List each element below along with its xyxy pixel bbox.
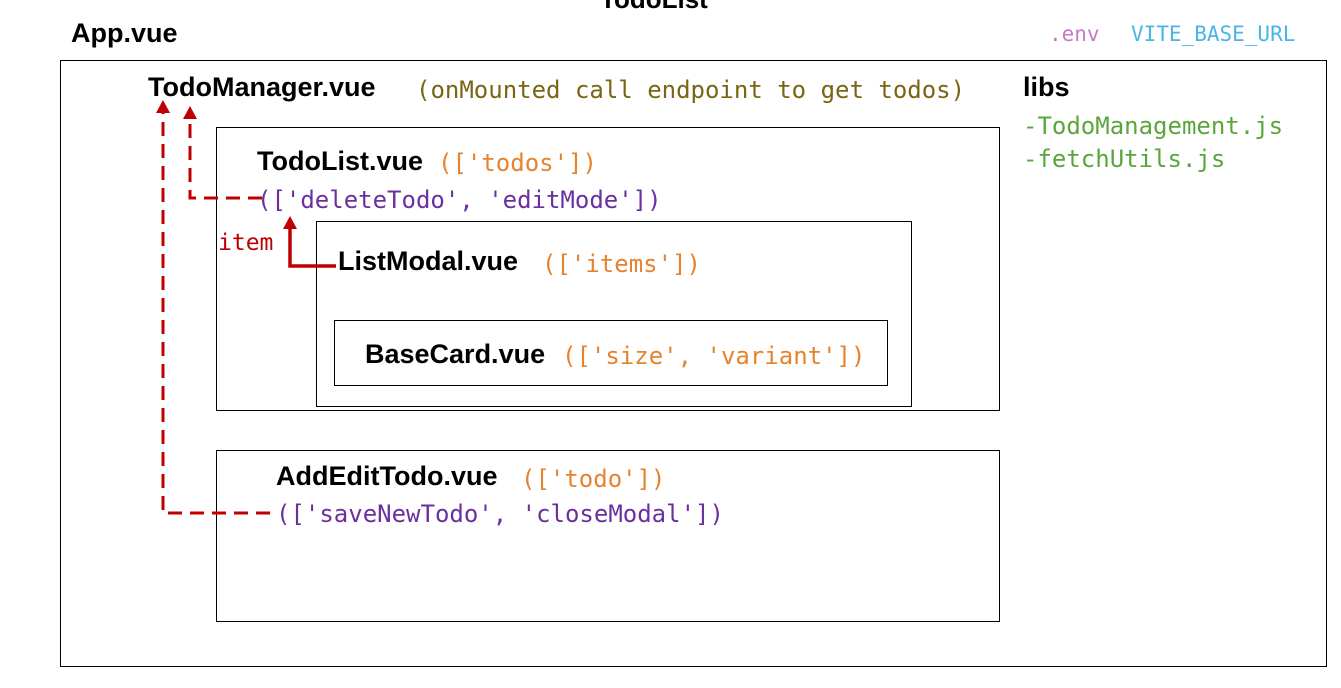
- add-edit-emit-arrow: [161, 112, 270, 515]
- emit-arrows: [156, 100, 336, 515]
- list-modal-emit-arrow: [288, 228, 336, 268]
- todo-list-emit-arrowhead: [183, 106, 197, 119]
- add-edit-emit-arrowhead: [156, 100, 170, 113]
- list-modal-emit-arrowhead: [283, 216, 297, 229]
- todo-list-emit-arrow: [188, 118, 262, 200]
